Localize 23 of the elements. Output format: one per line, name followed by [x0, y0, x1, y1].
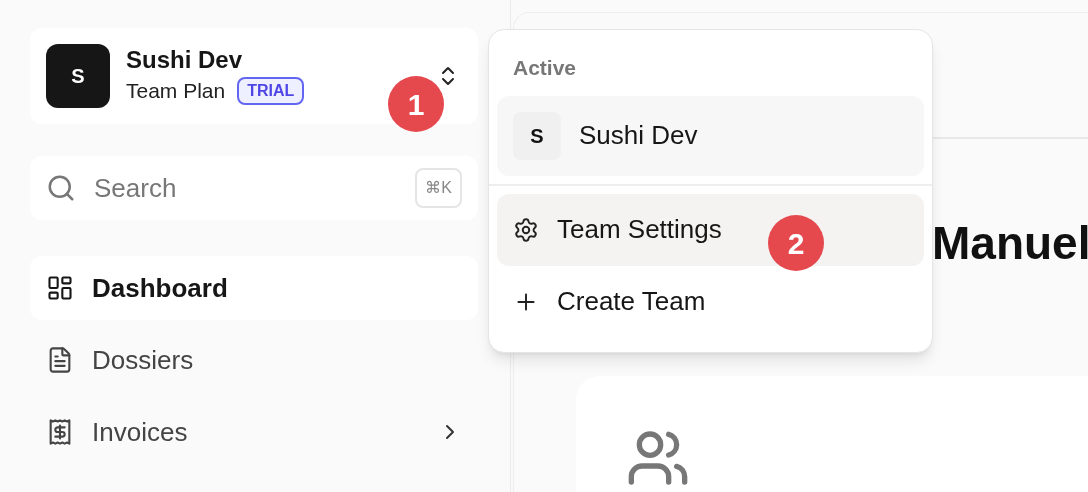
sidebar-label: Invoices [92, 415, 189, 449]
sidebar-label: Dashboard [92, 271, 229, 305]
team-avatar: S [513, 111, 561, 160]
team-name: Sushi Dev [579, 119, 698, 152]
trial-badge: TRIAL [237, 77, 305, 105]
page-heading: Manuel [932, 217, 1088, 269]
search-icon [46, 173, 76, 203]
settings-icon [513, 216, 539, 243]
sidebar-label: Dossiers [92, 343, 195, 377]
menu-section-label: Active [512, 55, 578, 81]
team-avatar: S [46, 44, 110, 108]
active-team-item[interactable]: S Sushi Dev [497, 95, 924, 176]
dashboard-icon [46, 274, 74, 302]
menu-label: Team Settings [557, 213, 722, 246]
team-name: Sushi Dev [126, 45, 244, 76]
sidebar-item[interactable]: Dossiers [30, 328, 478, 392]
plan-name: Team Plan [126, 78, 226, 105]
sidebar-item[interactable]: Dashboard [30, 256, 478, 320]
sidebar-item[interactable]: Invoices [30, 400, 478, 464]
search-input[interactable]: Search [94, 168, 398, 208]
search-field[interactable]: Search ⌘K [30, 156, 478, 220]
shortcut-key: ⌘K [415, 168, 462, 208]
menu-label: Create Team [557, 285, 706, 318]
